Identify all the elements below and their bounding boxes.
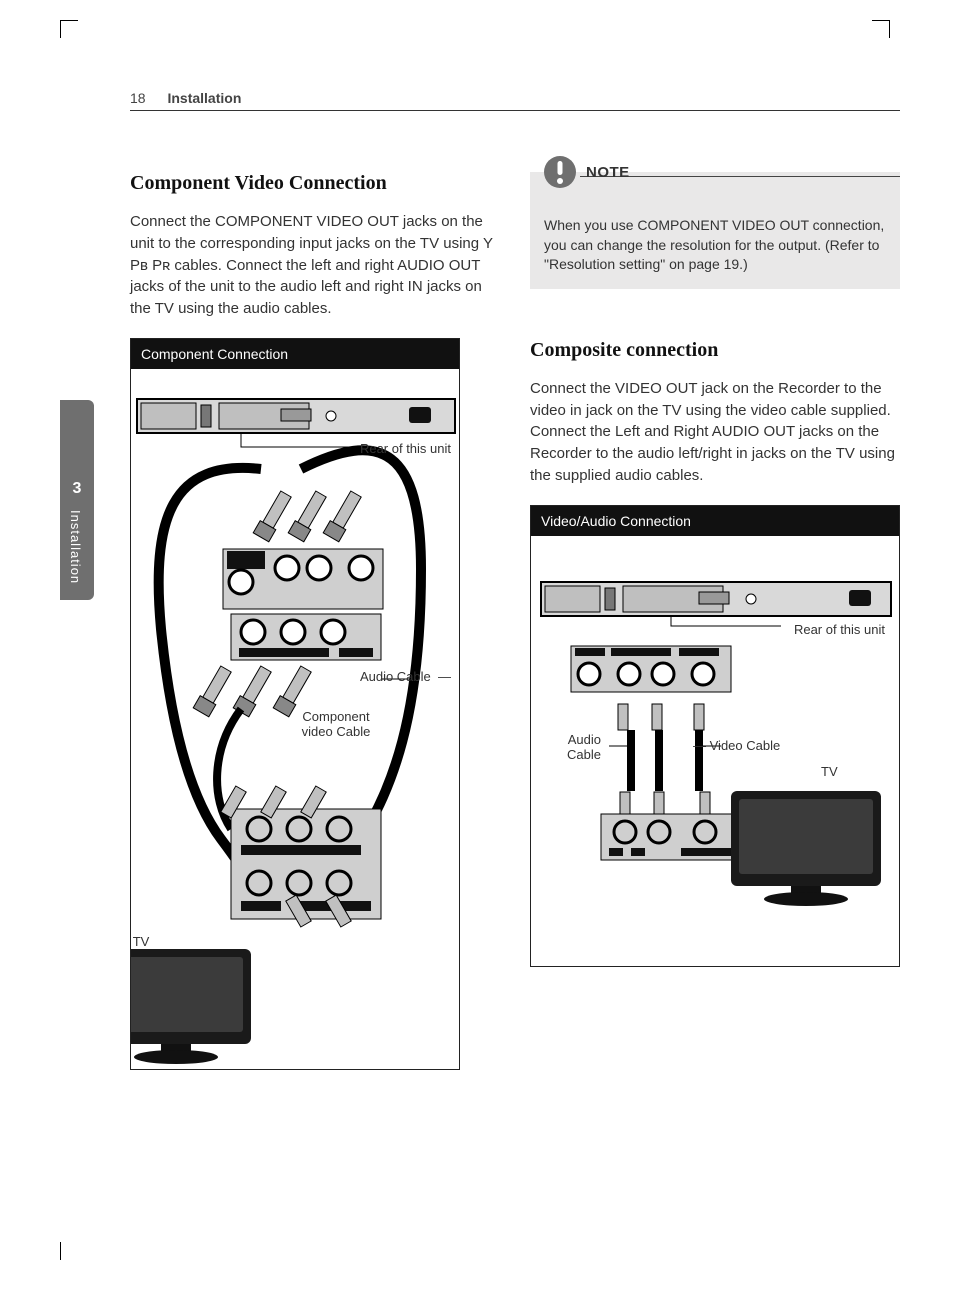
heading-component-video: Component Video Connection: [130, 172, 500, 195]
diagram-composite-connection: Video/Audio Connection: [530, 505, 900, 967]
label-video-cable: — Video Cable: [693, 738, 813, 754]
crop-mark: [889, 20, 890, 38]
body-composite: Connect the VIDEO OUT jack on the Record…: [530, 378, 900, 487]
label-tv: TV: [131, 934, 171, 950]
note-label: NOTE: [586, 162, 630, 183]
heading-composite: Composite connection: [530, 339, 900, 362]
label-component-cable: Component video Cable: [281, 709, 391, 740]
exclamation-icon: [542, 154, 578, 190]
chapter-label: Installation: [68, 510, 83, 584]
note-box: NOTE When you use COMPONENT VIDEO OUT co…: [530, 172, 900, 289]
header-section: Installation: [167, 90, 241, 106]
label-rear-unit: Rear of this unit: [794, 622, 885, 638]
header-rule: [130, 110, 900, 111]
page-number: 18: [130, 90, 146, 106]
body-component-video: Connect the COMPONENT VIDEO OUT jacks on…: [130, 211, 500, 320]
crop-mark: [60, 20, 61, 38]
chapter-number: 3: [60, 480, 94, 498]
diagram-caption: Video/Audio Connection: [531, 506, 899, 536]
crop-mark: [60, 20, 78, 21]
crop-mark: [60, 1242, 61, 1260]
diagram-caption: Component Connection: [131, 339, 459, 369]
label-audio-cable: Audio Cable: [541, 732, 601, 763]
right-column: NOTE When you use COMPONENT VIDEO OUT co…: [530, 172, 900, 967]
note-body: When you use COMPONENT VIDEO OUT connect…: [544, 217, 884, 272]
label-rear-unit: Rear of this unit: [360, 441, 451, 457]
chapter-tab: 3 Installation: [60, 400, 94, 600]
page-header: 18 Installation: [130, 90, 241, 106]
diagram-stage: Rear of this unit Audio Cable — Video Ca…: [531, 536, 899, 966]
crop-mark: [872, 20, 890, 21]
label-audio-cable: Audio Cable —: [360, 669, 451, 685]
left-column: Component Video Connection Connect the C…: [130, 172, 500, 1070]
manual-page: 18 Installation 3 Installation Component…: [60, 20, 890, 1260]
diagram-stage: Rear of this unit Audio Cable — Componen…: [131, 369, 459, 1069]
label-tv: TV: [821, 764, 838, 780]
diagram-component-connection: Component Connection: [130, 338, 460, 1070]
